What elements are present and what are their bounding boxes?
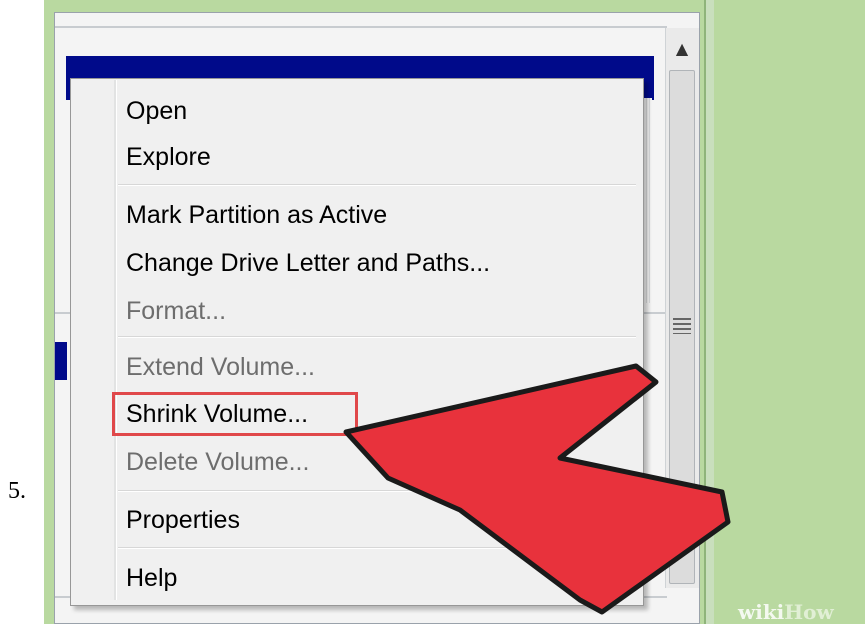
watermark-wiki: wiki: [738, 600, 785, 624]
pointer-arrow-icon: [343, 363, 731, 615]
watermark-how: How: [784, 600, 834, 624]
wikihow-watermark: wikiHow: [738, 600, 834, 624]
